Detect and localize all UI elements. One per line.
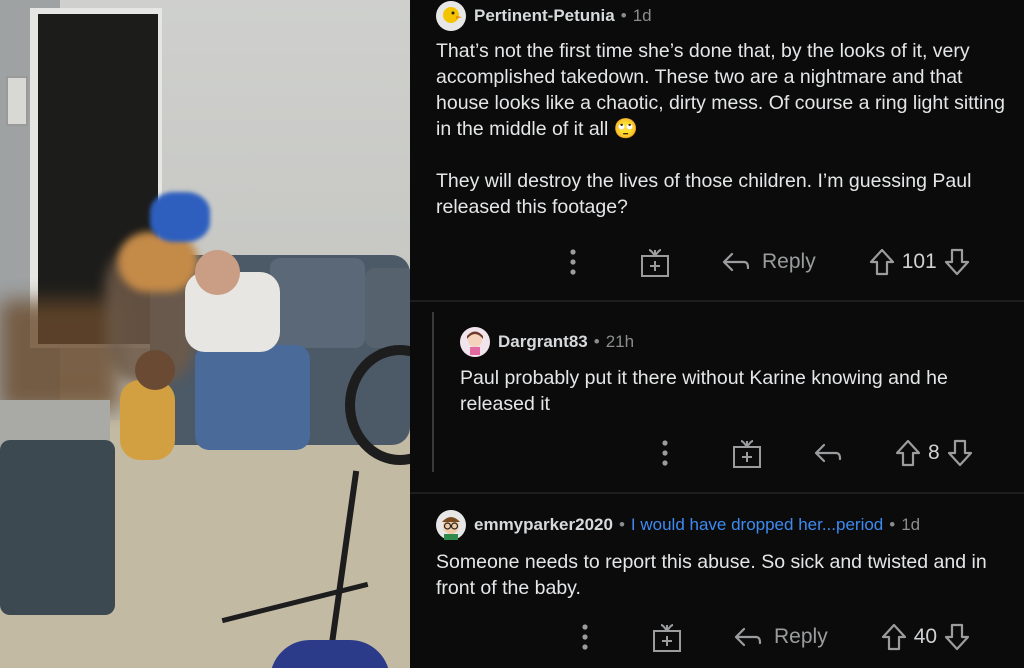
person-head — [195, 250, 240, 295]
award-icon[interactable] — [732, 437, 762, 469]
award-icon[interactable] — [652, 621, 682, 653]
couch-cushion — [270, 258, 365, 348]
award-icon[interactable] — [640, 246, 670, 278]
more-options-icon[interactable] — [570, 249, 590, 275]
comment-actions: Reply 101 — [570, 246, 971, 278]
comment-actions: 8 — [662, 437, 974, 469]
couch-cushion — [365, 268, 410, 348]
chair — [0, 440, 115, 615]
separator: • — [618, 515, 625, 534]
comments-panel: Pertinent-Petunia • 1d That’s not the fi… — [410, 0, 1024, 668]
vote-controls: 101 — [868, 247, 971, 277]
person-jeans — [195, 345, 310, 450]
reply-button[interactable]: Reply — [720, 250, 816, 274]
upvote-icon[interactable] — [880, 622, 908, 652]
timestamp: 1d — [901, 515, 921, 534]
upvote-icon[interactable] — [868, 247, 896, 277]
comment-text: They will destroy the lives of those chi… — [436, 170, 972, 218]
child-head — [135, 350, 175, 390]
comment-body: That’s not the first time she’s done tha… — [436, 38, 1016, 220]
reply-button[interactable]: Reply — [732, 625, 828, 649]
duck-avatar-icon[interactable] — [436, 1, 466, 31]
comment-text: Someone needs to report this abuse. So s… — [436, 551, 987, 599]
user-flair: I would have dropped her...period — [630, 515, 884, 534]
downvote-icon[interactable] — [946, 438, 974, 468]
timestamp: 21h — [605, 332, 635, 351]
comment-actions: Reply 40 — [582, 621, 971, 653]
motion-blur — [0, 300, 120, 410]
reply-label: Reply — [762, 250, 816, 273]
girl-avatar-icon[interactable] — [460, 327, 490, 357]
more-options-icon[interactable] — [662, 440, 682, 466]
comment-meta: Dargrant83 • 21h — [460, 327, 634, 357]
child — [120, 380, 175, 460]
vote-count: 8 — [928, 441, 940, 464]
downvote-icon[interactable] — [943, 247, 971, 277]
downvote-icon[interactable] — [943, 622, 971, 652]
reply-button[interactable] — [812, 441, 842, 465]
separator: • — [889, 515, 896, 534]
comment-meta: emmyparker2020 • I would have dropped he… — [436, 510, 920, 540]
comment-body: Paul probably put it there without Karin… — [460, 365, 1000, 417]
comment-text: Paul probably put it there without Karin… — [460, 367, 948, 415]
divider — [410, 300, 1024, 302]
vote-controls: 40 — [880, 622, 971, 652]
more-options-icon[interactable] — [582, 624, 602, 650]
blue-hair — [150, 192, 210, 242]
divider — [410, 492, 1024, 494]
username[interactable]: Pertinent-Petunia — [474, 6, 615, 26]
comment-meta: Pertinent-Petunia • 1d — [436, 1, 652, 31]
vote-count: 101 — [901, 250, 937, 273]
comment-body: Someone needs to report this abuse. So s… — [436, 549, 1016, 601]
upvote-icon[interactable] — [894, 438, 922, 468]
reply-label: Reply — [774, 625, 828, 648]
vote-controls: 8 — [894, 438, 974, 468]
username[interactable]: Dargrant83 — [498, 332, 588, 352]
separator: • — [620, 6, 627, 25]
timestamp: 1d — [632, 6, 652, 25]
rolling-eyes-emoji: 🙄 — [613, 118, 639, 140]
separator: • — [593, 332, 600, 351]
vote-count: 40 — [913, 625, 938, 648]
video-still-image — [0, 0, 410, 668]
wall-frame — [6, 76, 28, 126]
glasses-avatar-icon[interactable] — [436, 510, 466, 540]
thread-line — [432, 312, 434, 472]
username[interactable]: emmyparker2020 — [474, 515, 613, 535]
comment-text: That’s not the first time she’s done tha… — [436, 40, 1006, 140]
